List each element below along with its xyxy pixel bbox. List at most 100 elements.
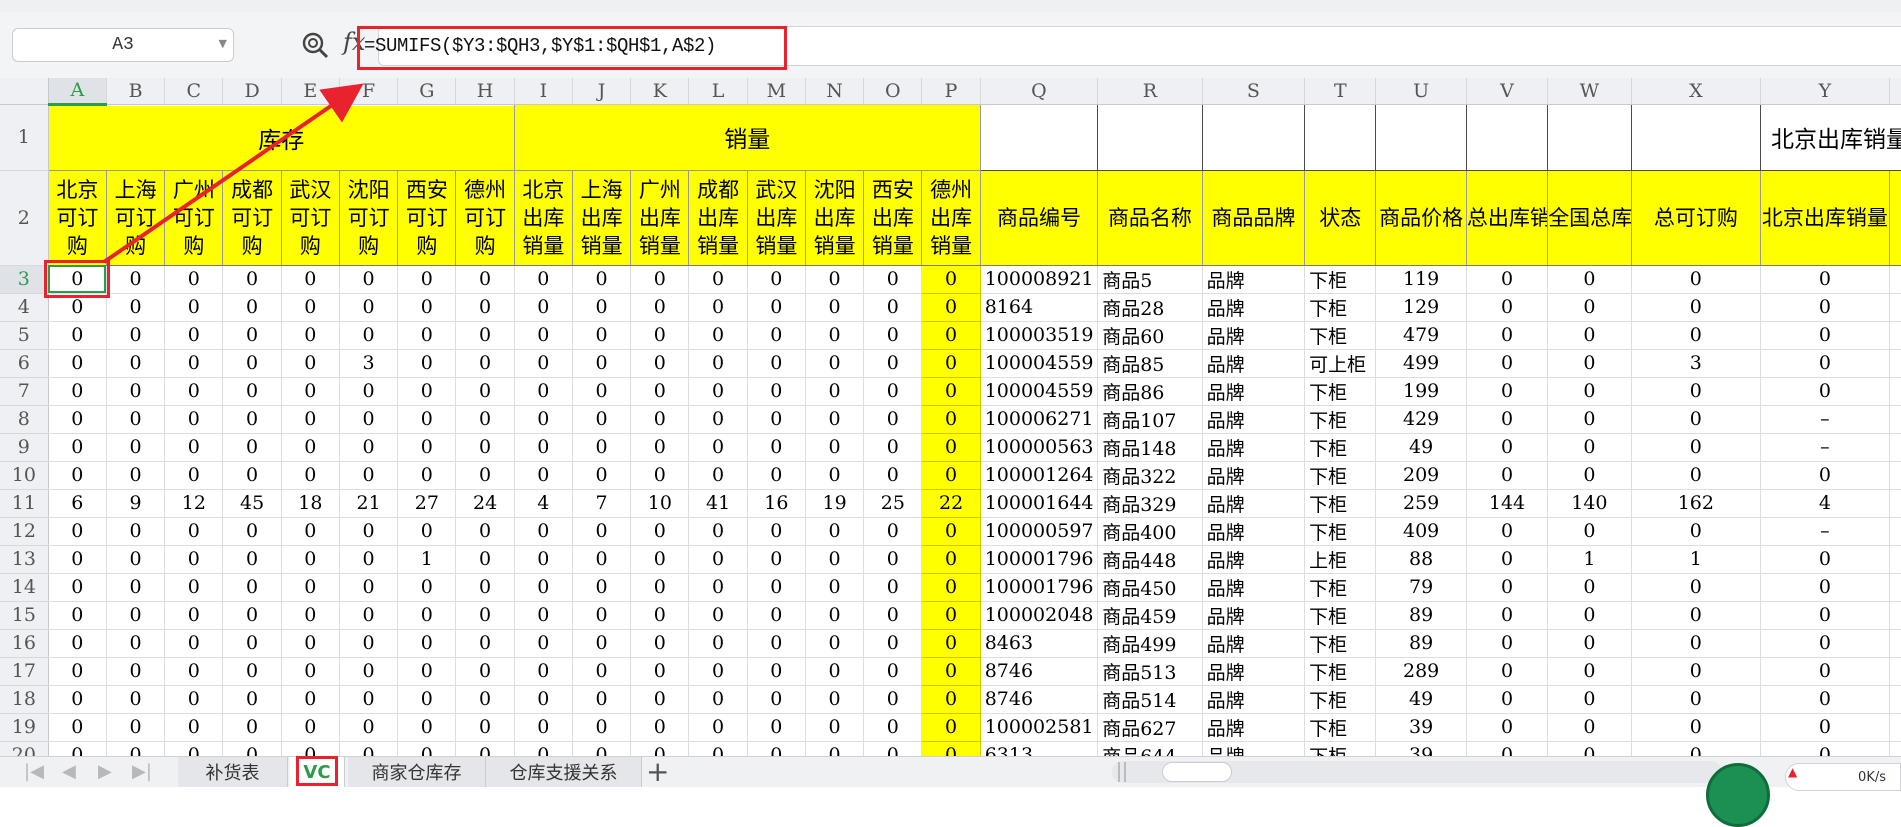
table-cell[interactable]: 0 [397, 377, 457, 406]
table-cell[interactable]: 下柜 [1304, 405, 1377, 434]
table-cell[interactable]: – [1760, 405, 1890, 434]
table-cell[interactable]: 0 [921, 545, 981, 574]
table-cell[interactable]: 0 [1631, 517, 1762, 546]
column-title-cell[interactable]: 商品价格 [1375, 170, 1467, 266]
table-cell[interactable]: 品牌 [1202, 433, 1306, 462]
column-title-cell[interactable]: 商品名称 [1097, 170, 1203, 266]
table-cell[interactable]: – [1760, 433, 1890, 462]
table-cell[interactable]: 0 [805, 657, 865, 686]
table-cell[interactable]: 0 [1631, 461, 1762, 490]
table-cell[interactable]: 0 [1631, 321, 1762, 350]
table-cell[interactable]: 0 [164, 461, 224, 490]
column-header-g[interactable]: G [397, 78, 457, 105]
table-cell[interactable]: 479 [1375, 321, 1467, 350]
table-cell[interactable]: 0 [222, 433, 282, 462]
table-cell[interactable]: 18 [281, 489, 340, 518]
table-cell[interactable]: 0 [281, 265, 340, 294]
table-cell[interactable]: 0 [921, 293, 981, 322]
table-cell[interactable]: 品牌 [1202, 545, 1306, 574]
row-header[interactable]: 14 [0, 573, 49, 602]
column-title-cell[interactable]: 上海 可订购 [106, 170, 166, 266]
row-header[interactable]: 11 [0, 489, 49, 518]
table-cell[interactable]: 0 [106, 657, 166, 686]
table-cell[interactable]: 0 [222, 321, 282, 350]
table-cell[interactable]: 0 [281, 573, 340, 602]
table-cell[interactable]: 0 [514, 657, 573, 686]
table-cell[interactable]: 0 [863, 685, 923, 714]
table-cell[interactable]: 0 [1760, 713, 1890, 742]
column-title-cell[interactable]: 商品编号 [980, 170, 1099, 266]
table-cell[interactable]: 0 [1631, 741, 1762, 756]
column-header-c[interactable]: C [164, 78, 224, 105]
table-cell[interactable]: 0 [747, 321, 806, 350]
table-cell[interactable]: 0 [572, 545, 632, 574]
column-header-t[interactable]: T [1304, 78, 1377, 105]
row-header[interactable]: 3 [0, 265, 49, 294]
table-cell[interactable]: 6 [48, 489, 107, 518]
column-header-w[interactable]: W [1547, 78, 1632, 105]
prev-sheet-icon[interactable]: ◀ [62, 761, 76, 782]
table-cell[interactable]: 0 [921, 713, 981, 742]
table-cell[interactable]: 100001796 [980, 573, 1099, 602]
table-cell[interactable]: 品牌 [1202, 601, 1306, 630]
column-title-cell[interactable]: 西安 出库 销量 [863, 170, 923, 266]
table-cell[interactable]: 0 [688, 545, 748, 574]
table-cell[interactable]: 0 [1631, 405, 1762, 434]
table-cell[interactable]: 品牌 [1202, 461, 1306, 490]
table-cell[interactable]: 0 [805, 293, 865, 322]
table-cell[interactable]: 0 [455, 321, 515, 350]
table-cell[interactable]: 0 [339, 293, 399, 322]
table-cell[interactable]: 0 [397, 265, 457, 294]
column-header-j[interactable]: J [572, 78, 632, 105]
table-cell[interactable]: 0 [281, 405, 340, 434]
table-cell[interactable]: 0 [48, 433, 107, 462]
table-cell[interactable]: 0 [164, 657, 224, 686]
table-cell[interactable]: 0 [805, 405, 865, 434]
table-cell[interactable]: 289 [1375, 657, 1467, 686]
table-cell[interactable]: 0 [863, 461, 923, 490]
table-cell[interactable]: 0 [1760, 265, 1890, 294]
column-header-b[interactable]: B [106, 78, 166, 105]
table-cell[interactable]: 0 [455, 629, 515, 658]
table-cell[interactable]: 0 [1547, 573, 1632, 602]
table-cell[interactable]: 0 [1760, 545, 1890, 574]
table-cell[interactable]: 0 [397, 321, 457, 350]
table-cell[interactable]: 0 [48, 405, 107, 434]
fx-icon[interactable]: fx [343, 28, 365, 56]
row-header[interactable]: 19 [0, 713, 49, 742]
table-cell[interactable]: 0 [630, 349, 690, 378]
table-cell[interactable]: 89 [1375, 601, 1467, 630]
table-cell[interactable]: 0 [455, 685, 515, 714]
table-cell[interactable]: 0 [397, 349, 457, 378]
table-cell[interactable]: 0 [747, 657, 806, 686]
table-cell[interactable]: 0 [1466, 265, 1549, 294]
table-cell[interactable]: 129 [1375, 293, 1467, 322]
table-cell[interactable]: 0 [1631, 657, 1762, 686]
table-cell[interactable]: 0 [572, 293, 632, 322]
column-title-cell[interactable]: 沈阳 出库 销量 [805, 170, 865, 266]
table-cell[interactable]: 0 [339, 461, 399, 490]
table-cell[interactable]: 0 [222, 377, 282, 406]
table-cell[interactable]: 0 [164, 433, 224, 462]
table-cell[interactable]: 0 [1466, 741, 1549, 756]
row-header[interactable]: 18 [0, 685, 49, 714]
table-cell[interactable]: 商品28 [1097, 293, 1203, 322]
table-cell[interactable]: 0 [281, 321, 340, 350]
table-cell[interactable]: 商品85 [1097, 349, 1203, 378]
table-cell[interactable]: 0 [48, 349, 107, 378]
table-cell[interactable]: 0 [164, 685, 224, 714]
add-sheet-icon[interactable]: + [646, 755, 669, 788]
column-header-l[interactable]: L [688, 78, 748, 105]
table-cell[interactable]: 0 [572, 461, 632, 490]
table-cell[interactable]: 商品5 [1097, 265, 1203, 294]
table-cell[interactable]: 0 [514, 377, 573, 406]
table-cell[interactable]: 0 [630, 293, 690, 322]
table-cell[interactable]: 0 [339, 657, 399, 686]
table-cell[interactable]: 下柜 [1304, 741, 1377, 756]
table-cell[interactable]: 0 [339, 573, 399, 602]
table-cell[interactable]: 0 [688, 405, 748, 434]
table-cell[interactable]: 0 [397, 293, 457, 322]
table-cell[interactable]: 0 [222, 629, 282, 658]
table-cell[interactable]: 0 [339, 321, 399, 350]
table-cell[interactable]: 0 [805, 321, 865, 350]
